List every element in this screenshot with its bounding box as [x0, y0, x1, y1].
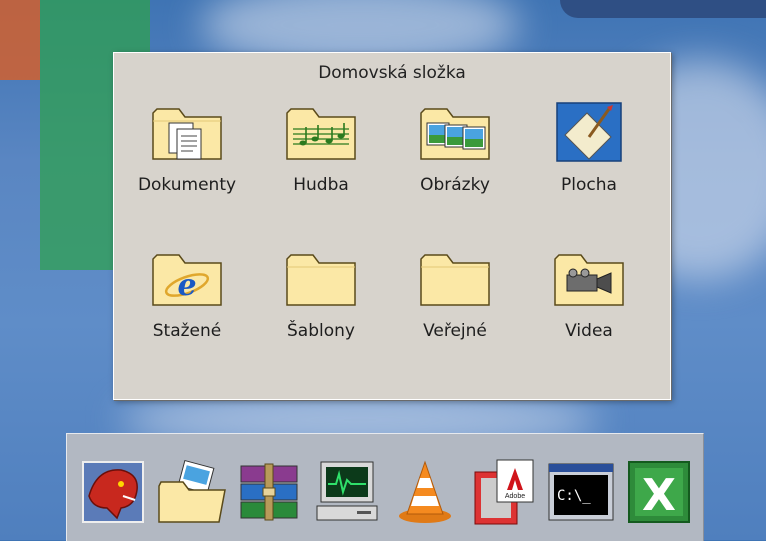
home-folder-window: Domovská složka Dokumenty Hudba Obrázky …: [113, 52, 671, 400]
excel-icon: X: [628, 461, 690, 523]
documents-folder-icon: [152, 108, 222, 160]
folder-public[interactable]: Veřejné: [390, 247, 520, 357]
folder-pictures[interactable]: Obrázky: [390, 101, 520, 211]
file-manager-folder-icon: [158, 459, 226, 523]
dock-item-winrar[interactable]: [233, 456, 305, 528]
music-folder-icon: [286, 108, 356, 160]
folder-label: Šablony: [287, 321, 355, 341]
folder-icon: [286, 254, 356, 306]
desktop-icon: [556, 102, 622, 162]
svg-text:C:\_: C:\_: [557, 488, 591, 504]
folder-label: Obrázky: [420, 175, 490, 195]
terminal-icon: C:\_: [548, 463, 614, 521]
folder-label: Plocha: [561, 175, 617, 195]
svg-text:X: X: [642, 470, 676, 521]
folder-music[interactable]: Hudba: [256, 101, 386, 211]
folder-documents[interactable]: Dokumenty: [122, 101, 252, 211]
pictures-folder-icon: [420, 108, 490, 160]
dock-panel: Adobe C:\_ X: [66, 433, 704, 541]
video-camera-folder-icon: [554, 254, 624, 306]
svg-text:Adobe: Adobe: [505, 493, 525, 500]
folder-label: Videa: [565, 321, 613, 341]
folder-label: Hudba: [293, 175, 349, 195]
dock-item-vlc[interactable]: [389, 456, 461, 528]
downloads-ie-folder-icon: e: [152, 254, 222, 306]
system-monitor-icon: [316, 461, 378, 521]
folder-label: Dokumenty: [137, 175, 237, 195]
window-title: Domovská složka: [318, 63, 466, 83]
folder-templates[interactable]: Šablony: [256, 247, 386, 357]
folder-downloads[interactable]: e Stažené: [122, 247, 252, 357]
dock-item-excel[interactable]: X: [623, 456, 695, 528]
dock-item-system-monitor[interactable]: [311, 456, 383, 528]
folder-videos[interactable]: Videa: [524, 247, 654, 357]
folder-label: Stažené: [152, 321, 222, 341]
dock-item-terminal[interactable]: C:\_: [545, 456, 617, 528]
svg-text:e: e: [177, 268, 196, 303]
wallpaper-dark-swoosh: [560, 0, 766, 18]
dock-item-dragon-app[interactable]: [77, 456, 149, 528]
dock-item-file-manager[interactable]: [155, 456, 227, 528]
red-dragon-app-icon: [82, 461, 144, 523]
winrar-archive-icon: [240, 463, 298, 521]
folder-icon: [420, 254, 490, 306]
folder-label: Veřejné: [423, 321, 487, 341]
wallpaper-red-tile: [0, 0, 40, 80]
dock-item-adobe-reader[interactable]: Adobe: [467, 456, 539, 528]
vlc-cone-icon: [399, 460, 451, 523]
folder-desktop[interactable]: Plocha: [524, 101, 654, 211]
adobe-reader-icon: Adobe: [474, 459, 534, 525]
